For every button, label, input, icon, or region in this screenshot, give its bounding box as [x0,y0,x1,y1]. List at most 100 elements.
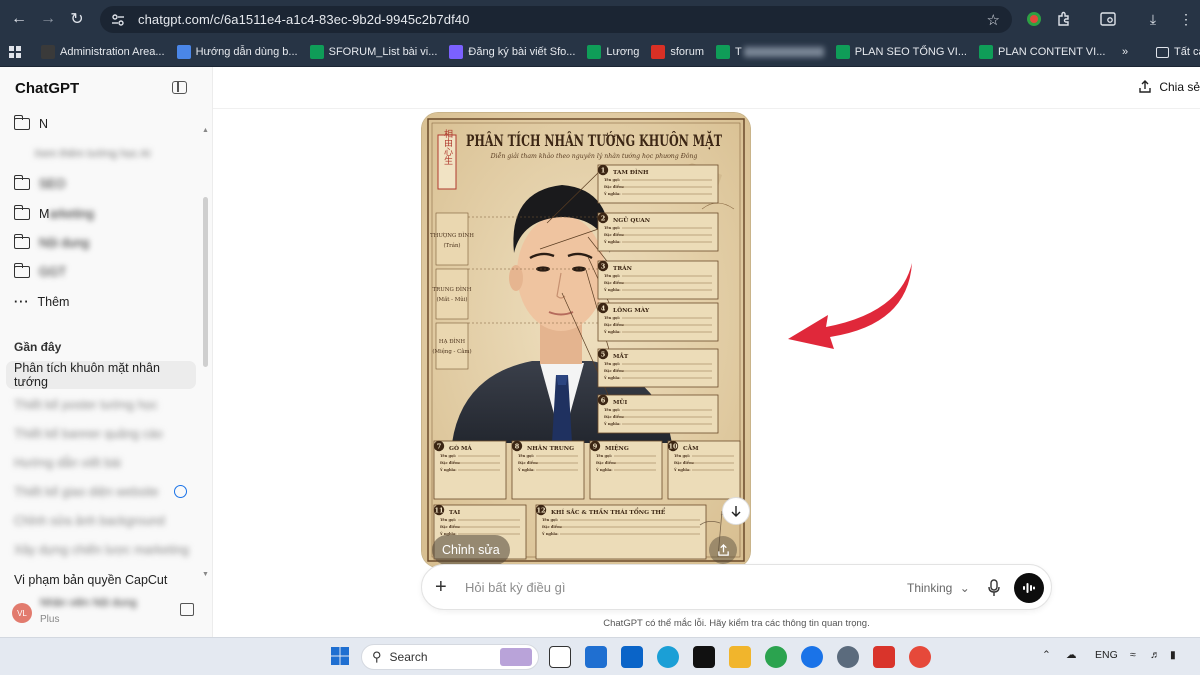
panel-field-label: Đặc điểm: [596,460,616,465]
bookmark-favicon-icon [979,45,993,59]
bookmark-favicon-icon [176,45,191,59]
scroll-down-icon[interactable]: ▼ [202,571,209,578]
bookmark-star-icon[interactable]: ☆ [987,11,1000,29]
project-folder[interactable]: N [6,110,196,138]
poster-panel-right: 6 MŨI Tên gọi: Đặc điểm: Ý nghĩa: [597,394,719,434]
zalo-icon[interactable] [801,646,823,668]
sidebar-toggle-icon[interactable] [172,81,187,94]
bookmark-item[interactable]: Administration Area... [35,41,171,63]
recent-chat-label: Vi phạm bản quyền CapCut [14,573,168,587]
recent-chat-item[interactable]: Thiết kế poster tướng học [6,391,196,419]
user-profile[interactable]: VL Nhân viên Nội dung Plus [0,589,212,637]
recent-chat-item[interactable]: Chỉnh sửa ảnh background [6,507,196,535]
recent-chat-label: Thiết kế giao diện website [14,485,159,499]
panel-field-label: Tên gọi: [604,408,620,412]
extension-record-icon[interactable] [1024,9,1044,29]
recent-chat-item[interactable]: Phân tích khuôn mặt nhân tướng [6,361,196,389]
panel-number: 8 [515,443,520,451]
tray-overflow-icon[interactable]: ⌃ [1042,649,1051,661]
scroll-up-icon[interactable]: ▲ [202,127,209,134]
bookmark-item[interactable]: PLAN SEO TỔNG VI... [830,41,973,63]
edit-image-button[interactable]: Chỉnh sửa [432,535,510,565]
panel-field-label: Ý nghĩa: [517,467,535,472]
gift-icon[interactable] [180,603,194,616]
share-button[interactable]: Chia sẻ [1138,80,1200,94]
message-composer[interactable]: + Hỏi bất kỳ điều gì Thinking ⌄ [421,564,1052,610]
battery-icon[interactable]: ▮ [1170,649,1176,661]
address-bar[interactable]: chatgpt.com/c/6a1511e4-a1c4-83ec-9b2d-99… [100,6,1012,33]
bookmark-item[interactable]: Hướng dẫn dùng b... [171,41,304,63]
edge-icon[interactable] [657,646,679,668]
zone-labels: THƯỢNG ĐÌNH (Trán) TRUNG ĐÌNH (Mắt - Mũi… [430,212,474,370]
bookmark-item[interactable]: SFORUM_List bài vi... [304,41,444,63]
onedrive-icon[interactable]: ☁ [1066,649,1077,661]
bookmark-item[interactable]: Lương [581,41,645,63]
recent-chat-item[interactable]: Hướng dẫn viết bài [6,449,196,477]
all-bookmarks-folder[interactable]: Tất cả [1150,41,1200,63]
generated-image[interactable]: 相由心生 PHÂN TÍCH NHÂN TƯỚNG KHUÔN MẶT Diễn… [422,113,750,567]
poster-panel-bottom: 10 CẰM Tên gọi: Đặc điểm: Ý nghĩa: [667,440,741,500]
folder-icon [13,263,30,278]
prompt-input[interactable]: Hỏi bất kỳ điều gì [465,580,565,595]
bookmark-item[interactable]: PLAN CONTENT VI... [973,41,1111,63]
bookmark-label: Administration Area... [60,46,165,58]
panel-number: 11 [434,507,443,515]
back-icon[interactable]: ← [4,4,34,34]
chrome-profile-icon[interactable] [909,646,931,668]
extensions-puzzle-icon[interactable] [1054,9,1074,29]
recent-chat-item[interactable]: Xây dựng chiến lược marketing [6,536,196,564]
task-view-icon[interactable] [549,646,571,668]
voice-mode-button[interactable] [1014,573,1044,603]
outlook-icon[interactable] [621,646,643,668]
panel-field-label: Tên gọi: [542,518,558,522]
bookmark-label: Lương [606,46,640,58]
reading-mode-icon[interactable] [1098,9,1118,29]
recent-chat-label: Chỉnh sửa ảnh background [14,514,165,528]
project-folder[interactable]: M arketing [6,200,196,228]
panel-title: MIỆNG [605,444,629,452]
project-chat[interactable]: Xem thêm tướng học AI [6,140,196,168]
wifi-icon[interactable]: ≈ [1130,649,1136,661]
reload-icon[interactable]: ↻ [62,4,92,34]
store-icon[interactable] [585,646,607,668]
bookmark-item[interactable]: sforum [645,41,710,63]
panel-field-label: Ý nghĩa: [603,329,621,334]
settings-gear-icon[interactable] [837,646,859,668]
project-folder[interactable]: Nội dung [6,229,196,257]
windows-start-icon[interactable] [330,646,352,668]
panel-number: 7 [437,443,442,451]
chrome-icon[interactable] [765,646,787,668]
model-selector[interactable]: Thinking ⌄ [907,581,970,595]
bookmarks-overflow-icon[interactable]: » [1116,41,1134,63]
capcut-icon[interactable] [693,646,715,668]
panel-number: 2 [601,215,606,223]
bookmark-item[interactable]: Đăng ký bài viết Sfo... [443,41,581,63]
project-folder[interactable]: SEO [6,170,196,198]
language-indicator[interactable]: ENG [1095,649,1118,661]
bookmark-item[interactable]: T [710,41,830,63]
recent-chat-item[interactable]: Thiết kế banner quảng cáo [6,420,196,448]
pdf-app-icon[interactable] [873,646,895,668]
project-folder[interactable]: GGT [6,258,196,286]
volume-icon[interactable]: ♬ [1150,649,1161,661]
poster-title: PHÂN TÍCH NHÂN TƯỚNG KHUÔN MẶT [466,131,722,150]
bookmark-favicon-icon [587,45,602,59]
model-label: Thinking [907,581,953,595]
sidebar-scrollbar[interactable] [203,197,208,367]
add-attachment-icon[interactable]: + [435,576,447,598]
apps-grid-icon[interactable] [0,41,35,63]
poster-panel-right: 2 NGŨ QUAN Tên gọi: Đặc điểm: Ý nghĩa: [597,212,719,252]
recent-chat-item[interactable]: Thiết kế giao diện website [6,478,196,506]
taskbar-search[interactable]: ⚲ Search [361,644,539,670]
forward-icon[interactable]: → [33,4,63,34]
download-icon[interactable]: ⤓ [1143,9,1163,29]
image-share-button[interactable] [709,536,737,564]
site-settings-icon[interactable] [110,12,126,28]
microphone-icon[interactable] [988,579,1000,597]
menu-dots-icon[interactable]: ⋮ [1176,9,1196,29]
recent-chat-label: Thiết kế poster tướng học [14,398,158,412]
more-projects-button[interactable]: ··· Thêm [6,288,196,316]
scroll-to-bottom-button[interactable] [722,497,750,525]
panel-number: 5 [601,351,606,359]
file-explorer-icon[interactable] [729,646,751,668]
